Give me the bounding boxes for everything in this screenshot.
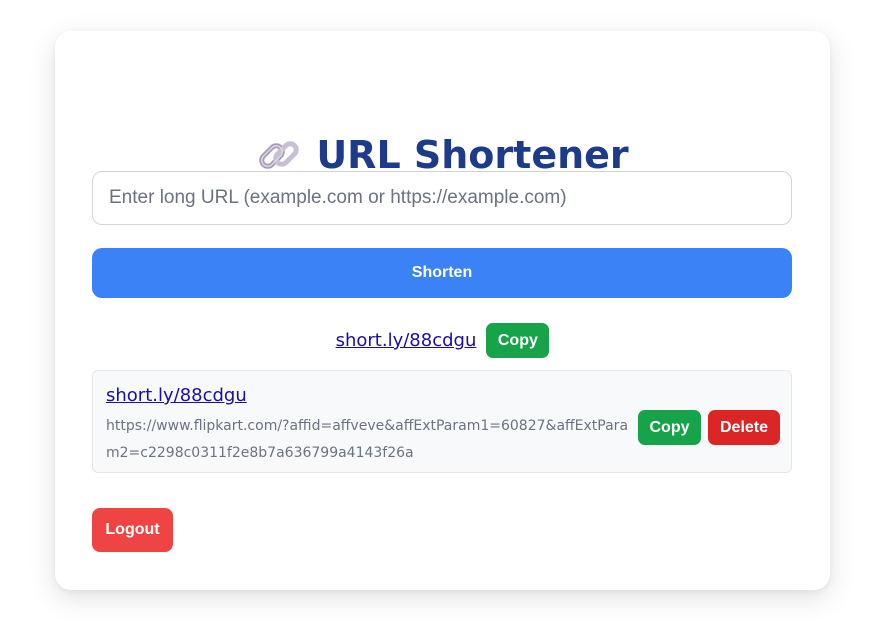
result-copy-button[interactable]: Copy [486,323,550,358]
shorten-button[interactable]: Shorten [92,248,792,298]
result-short-link[interactable]: short.ly/88cdgu [336,330,477,351]
shortener-card: URL Shortener Shorten short.ly/88cdgu Co… [55,31,830,590]
list-item: short.ly/88cdgu https://www.flipkart.com… [92,370,792,473]
long-url-input[interactable] [92,171,792,225]
logout-button[interactable]: Logout [92,508,173,552]
item-long-url: https://www.flipkart.com/?affid=affveve&… [106,418,629,461]
item-short-link[interactable]: short.ly/88cdgu [106,385,247,406]
page-title: URL Shortener [316,133,629,177]
shortened-result: short.ly/88cdgu Copy [55,323,830,358]
item-copy-button[interactable]: Copy [638,410,701,445]
item-delete-button[interactable]: Delete [708,410,780,445]
